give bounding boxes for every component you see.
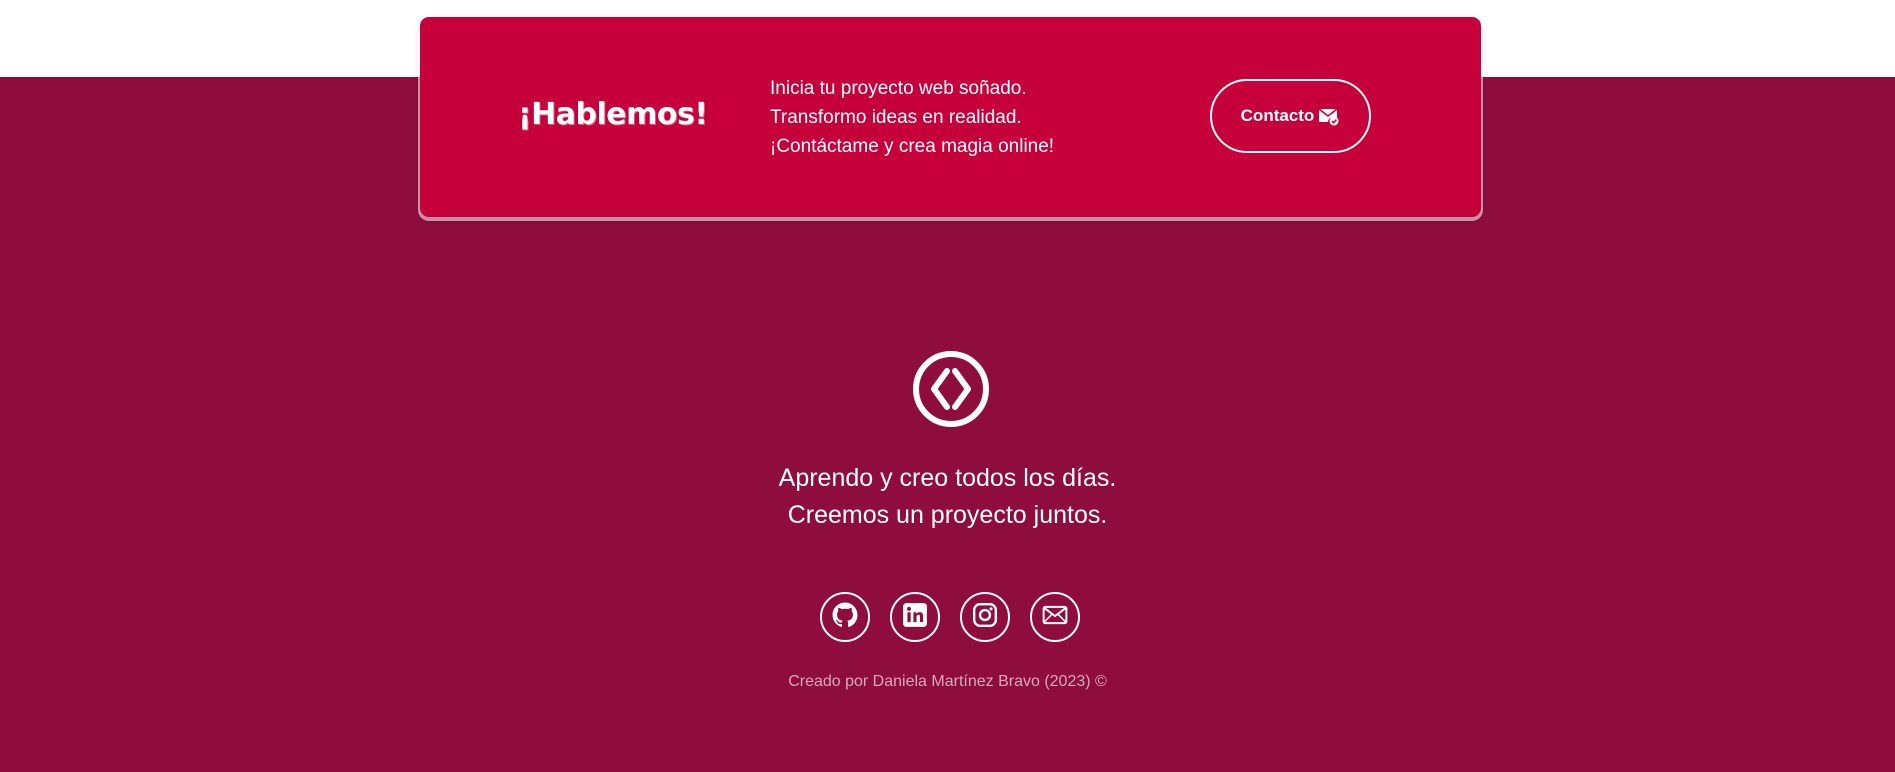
github-icon xyxy=(832,602,858,633)
code-brackets-icon xyxy=(912,350,990,428)
contact-button-label: Contacto xyxy=(1240,106,1315,125)
tagline-line-1: Aprendo y creo todos los días. xyxy=(778,464,1117,492)
contact-button[interactable]: Contacto xyxy=(1210,79,1371,153)
instagram-icon xyxy=(972,602,998,633)
mail-check-icon xyxy=(1318,106,1340,126)
linkedin-icon xyxy=(902,602,928,633)
envelope-icon xyxy=(1042,602,1068,633)
cta-title: ¡Hablemos! xyxy=(518,97,708,132)
footer-credit: Creado por Daniela Martínez Bravo (2023)… xyxy=(788,673,1107,690)
footer-tagline: Aprendo y creo todos los días. Creemos u… xyxy=(0,460,1895,534)
cta-description: Inicia tu proyecto web soñado. Transform… xyxy=(770,74,1055,161)
social-links xyxy=(820,592,1080,642)
contact-cta-card: ¡Hablemos! Inicia tu proyecto web soñado… xyxy=(420,17,1481,217)
tagline-line-2: Creemos un proyecto juntos. xyxy=(787,501,1108,529)
email-link[interactable] xyxy=(1030,592,1080,642)
cta-line-2: Transformo ideas en realidad. xyxy=(770,107,1022,128)
cta-line-3: ¡Contáctame y crea magia online! xyxy=(770,136,1055,157)
linkedin-link[interactable] xyxy=(890,592,940,642)
cta-line-1: Inicia tu proyecto web soñado. xyxy=(770,78,1027,99)
instagram-link[interactable] xyxy=(960,592,1010,642)
github-link[interactable] xyxy=(820,592,870,642)
